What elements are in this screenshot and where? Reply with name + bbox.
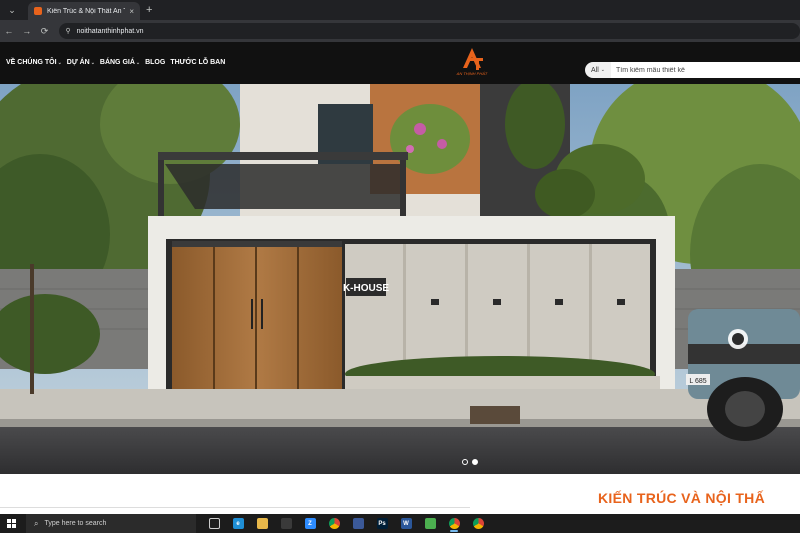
main-menu: VỀ CHÚNG TÔI ⌄ DỰ ÁN ⌄ BÁNG GIÁ ⌄ BLOG THƯỚC LỖ…: [6, 59, 225, 66]
content-section: KIẾN TRÚC VÀ NỘI THẤ: [0, 474, 800, 514]
taskbar-app-11[interactable]: [466, 514, 490, 533]
menu-item-4[interactable]: THƯỚC LỖ BAN: [170, 59, 225, 66]
menu-item-1[interactable]: DỰ ÁN ⌄: [67, 59, 95, 66]
site-header: VỀ CHÚNG TÔI ⌄ DỰ ÁN ⌄ BÁNG GIÁ ⌄ BLOG THƯỚC LỖ…: [0, 42, 800, 84]
brand-name: AN THỊNH PHÁT: [456, 71, 488, 76]
chevron-down-icon: ⌄: [57, 59, 62, 66]
slider-dot-2[interactable]: [472, 459, 478, 465]
pen-icon: [352, 518, 364, 529]
tab-title: Kiến Trúc & Nội Thất An Thịnh: [47, 7, 125, 15]
truck-plate: L 685: [689, 378, 706, 385]
forward-button[interactable]: →: [18, 26, 36, 36]
menu-item-3[interactable]: BLOG: [145, 59, 165, 66]
taskbar-app-7[interactable]: Ps: [370, 514, 394, 533]
house-sign: K-HOUSE: [343, 283, 389, 294]
hero-image: K-HOUSE L 685: [0, 84, 800, 474]
site-info-icon[interactable]: ⚲: [65, 27, 70, 35]
edge-icon: e: [232, 518, 244, 529]
menu-item-label: DỰ ÁN: [66, 59, 90, 66]
photoshop-icon: Ps: [376, 518, 388, 529]
site-favicon-icon: [34, 7, 42, 15]
windows-icon: [6, 519, 16, 528]
slider-dot-1[interactable]: [462, 459, 468, 465]
chrome-icon: [472, 518, 484, 529]
file-explorer-icon: [256, 518, 268, 529]
taskbar-app-5[interactable]: [322, 514, 346, 533]
browser-tab-strip: ⌄ Kiến Trúc & Nội Thất An Thịnh × +: [0, 0, 800, 20]
taskbar-app-1[interactable]: e: [226, 514, 250, 533]
menu-item-2[interactable]: BÁNG GIÁ ⌄: [100, 59, 140, 66]
menu-item-label: VỀ CHÚNG TÔI: [6, 59, 57, 66]
taskbar-app-3[interactable]: [274, 514, 298, 533]
back-button[interactable]: ←: [0, 26, 18, 36]
url-text[interactable]: noithatanthinhphat.vn: [77, 28, 144, 35]
chevron-down-icon: ⌄: [600, 67, 605, 73]
tab-search-icon[interactable]: ⌄: [4, 2, 20, 18]
reload-button[interactable]: ⟳: [36, 26, 54, 37]
windows-taskbar: ⌕ Type here to search e Z Ps W: [0, 514, 800, 533]
menu-item-0[interactable]: VỀ CHÚNG TÔI ⌄: [6, 59, 62, 66]
taskbar-app-6[interactable]: [346, 514, 370, 533]
search-category-select[interactable]: All ⌄: [585, 62, 611, 78]
section-divider: [0, 507, 470, 508]
slider-dots: [462, 459, 478, 465]
search-icon: ⌕: [34, 518, 39, 528]
snip-icon: [280, 518, 292, 529]
taskbar-app-9[interactable]: [418, 514, 442, 533]
close-tab-icon[interactable]: ×: [129, 7, 134, 16]
browser-tab[interactable]: Kiến Trúc & Nội Thất An Thịnh ×: [28, 2, 140, 20]
browser-toolbar: ← → ⟳ ⚲ noithatanthinhphat.vn: [0, 20, 800, 42]
taskbar-apps: e Z Ps W: [202, 514, 490, 533]
taskbar-app-8[interactable]: W: [394, 514, 418, 533]
taskbar-search-placeholder: Type here to search: [44, 520, 107, 527]
section-heading: KIẾN TRÚC VÀ NỘI THẤ: [598, 490, 765, 506]
zoom-icon: Z: [304, 518, 316, 529]
site-search: All ⌄: [585, 62, 800, 78]
menu-item-label: BÁNG GIÁ: [99, 59, 135, 66]
menu-item-label: BLOG: [145, 59, 166, 66]
chrome-icon: [328, 518, 340, 529]
search-category-label: All: [591, 66, 599, 74]
search-input[interactable]: [611, 62, 800, 78]
menu-item-label: THƯỚC LỖ BAN: [170, 59, 226, 66]
hero-banner: K-HOUSE L 685: [0, 84, 800, 474]
word-icon: W: [400, 518, 412, 529]
new-tab-button[interactable]: +: [146, 4, 152, 16]
chrome-icon: [448, 518, 460, 529]
taskbar-app-0[interactable]: [202, 514, 226, 533]
chevron-down-icon: ⌄: [90, 59, 95, 66]
address-bar[interactable]: ⚲ noithatanthinhphat.vn: [59, 23, 800, 39]
chevron-down-icon: ⌄: [135, 59, 141, 66]
taskbar-app-2[interactable]: [250, 514, 274, 533]
task-view-icon: [208, 518, 220, 529]
start-button[interactable]: [0, 514, 22, 533]
taskbar-app-4[interactable]: Z: [298, 514, 322, 533]
taskbar-search[interactable]: ⌕ Type here to search: [26, 514, 196, 533]
taskbar-app-10[interactable]: [442, 514, 466, 533]
photos-icon: [424, 518, 436, 529]
